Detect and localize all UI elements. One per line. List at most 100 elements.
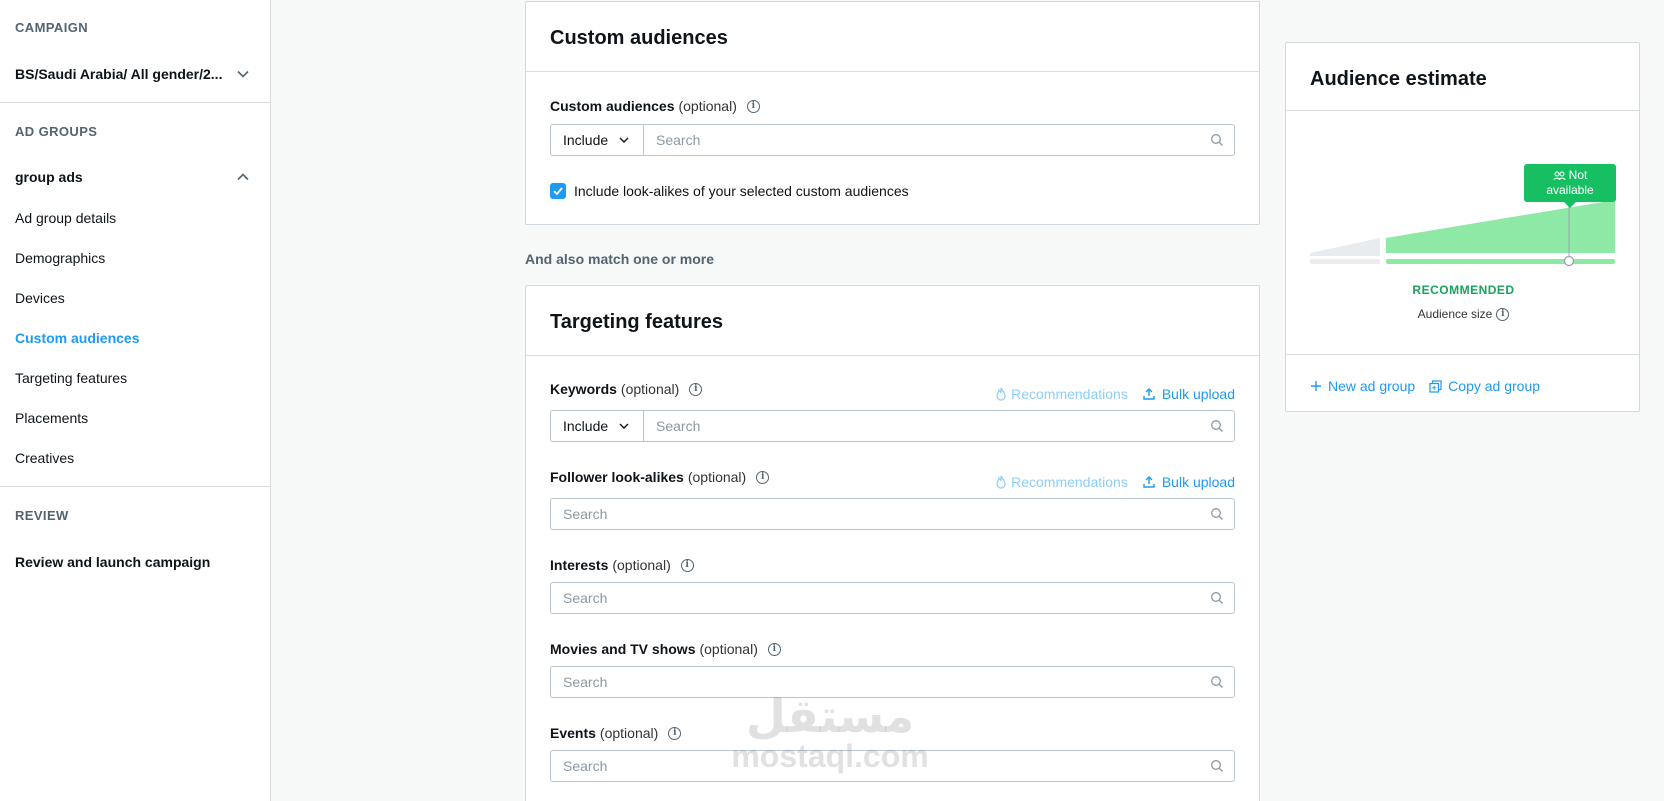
watermark-latin: mostaql.com [731,738,929,774]
keywords-label: Keywords (optional) i [550,381,703,397]
keywords-bulk-upload-link[interactable]: Bulk upload [1142,386,1235,402]
recommendations-label: Recommendations [1011,474,1128,490]
info-icon[interactable]: i [756,470,770,484]
campaign-section-label: CAMPAIGN [15,20,89,35]
keywords-input-row: Include [550,410,1235,442]
interests-input-row [550,582,1235,614]
follower-lookalikes-label: Follower look-alikes (optional) i [550,469,770,485]
info-icon[interactable]: i [1496,307,1510,321]
custom-audiences-title: Custom audiences [550,27,728,49]
field-label-text: Keywords [550,381,617,397]
chevron-down-icon [236,67,250,81]
campaign-selector[interactable]: BS/Saudi Arabia/ All gender/2... [15,66,250,82]
info-icon[interactable]: i [668,726,682,740]
card-divider [1286,110,1639,111]
info-icon[interactable]: i [767,642,781,656]
field-label-text: Custom audiences [550,98,675,114]
follower-bulk-upload-link[interactable]: Bulk upload [1142,474,1235,490]
upload-icon [1143,476,1155,488]
audience-size-gauge [1310,200,1615,267]
field-label-text: Events [550,725,596,741]
targeting-features-title: Targeting features [550,311,723,333]
people-icon [1553,171,1566,180]
custom-audiences-search-input[interactable] [644,125,1200,155]
sidebar-item-devices[interactable]: Devices [15,290,65,306]
sidebar-divider [0,486,270,487]
field-label-text: Follower look-alikes [550,469,684,485]
recommendations-label: Recommendations [1011,386,1128,402]
chevron-down-icon [619,137,629,143]
recommended-label: RECOMMENDED [1412,283,1515,297]
interests-label: Interests (optional) i [550,557,694,573]
custom-audiences-card: Custom audiences Custom audiences (optio… [525,1,1260,225]
card-divider [1286,354,1639,355]
campaign-name: BS/Saudi Arabia/ All gender/2... [15,66,223,82]
info-icon[interactable]: i [746,99,760,113]
copy-ad-group-button[interactable]: Copy ad group [1429,378,1540,394]
search-icon [1200,133,1234,147]
keywords-recommendations-link[interactable]: Recommendations [995,386,1128,402]
search-icon [1200,675,1234,689]
lookalike-checkbox[interactable] [550,183,566,199]
search-icon [1200,419,1234,433]
flame-icon [996,475,1006,489]
field-label-text: Movies and TV shows [550,641,696,657]
optional-text: (optional) [699,641,758,657]
audience-estimate-card: Audience estimate Not available RECOMMEN… [1285,42,1640,412]
copy-ad-group-label: Copy ad group [1448,378,1541,394]
optional-text: (optional) [687,469,747,485]
sidebar: CAMPAIGN BS/Saudi Arabia/ All gender/2..… [0,0,271,801]
search-icon [1200,507,1234,521]
optional-text: (optional) [678,98,737,114]
movies-tv-label: Movies and TV shows (optional) i [550,641,781,657]
keywords-search-input[interactable] [644,411,1200,441]
search-icon [1200,759,1234,773]
ad-groups-section-label: AD GROUPS [15,124,98,139]
include-dropdown[interactable]: Include [551,411,644,441]
keywords-actions: Recommendations Bulk upload [995,386,1235,402]
optional-text: (optional) [612,557,671,573]
include-dropdown[interactable]: Include [551,125,644,155]
card-divider [526,71,1259,72]
watermark-arabic: مستقل [745,690,915,742]
info-icon[interactable]: i [689,382,703,396]
sidebar-item-targeting-features[interactable]: Targeting features [15,370,127,386]
chevron-down-icon [619,423,629,429]
optional-text: (optional) [620,381,680,397]
custom-audiences-input-row: Include [550,124,1235,156]
sidebar-item-review-launch[interactable]: Review and launch campaign [15,554,210,570]
events-label: Events (optional) i [550,725,682,741]
sidebar-item-placements[interactable]: Placements [15,410,88,426]
follower-lookalikes-search-input[interactable] [551,499,1200,529]
badge-line2: available [1546,183,1594,197]
bulk-upload-label: Bulk upload [1161,386,1235,402]
follower-lookalikes-input-row [550,498,1235,530]
custom-audiences-field-label: Custom audiences (optional) i [550,98,760,114]
ad-group-name: group ads [15,169,83,185]
audience-size-row: Audience size i [1286,307,1641,321]
info-icon[interactable]: i [680,558,694,572]
sidebar-item-custom-audiences[interactable]: Custom audiences [15,330,139,346]
sidebar-item-creatives[interactable]: Creatives [15,450,74,466]
follower-lookalikes-actions: Recommendations Bulk upload [995,474,1235,490]
search-icon [1200,591,1234,605]
sidebar-divider [0,102,270,103]
new-ad-group-button[interactable]: New ad group [1310,378,1415,394]
watermark: مستقل mostaql.com [730,693,930,773]
sidebar-item-ad-group-details[interactable]: Ad group details [15,210,116,226]
follower-recommendations-link[interactable]: Recommendations [995,474,1128,490]
chevron-up-icon [236,170,250,184]
lookalike-checkbox-row[interactable]: Include look-alikes of your selected cus… [550,183,909,199]
ad-group-toggle[interactable]: group ads [15,169,250,185]
sidebar-item-demographics[interactable]: Demographics [15,250,105,266]
flame-icon [996,387,1006,401]
upload-icon [1143,388,1155,400]
interests-search-input[interactable] [551,583,1200,613]
new-ad-group-label: New ad group [1328,378,1416,394]
not-available-badge: Not available [1524,164,1616,208]
field-label-text: Interests [550,557,609,573]
review-section-label: REVIEW [15,508,69,523]
audience-size-label: Audience size [1417,307,1493,321]
copy-icon [1429,379,1442,393]
audience-estimate-actions: New ad group Copy ad group [1310,378,1540,394]
